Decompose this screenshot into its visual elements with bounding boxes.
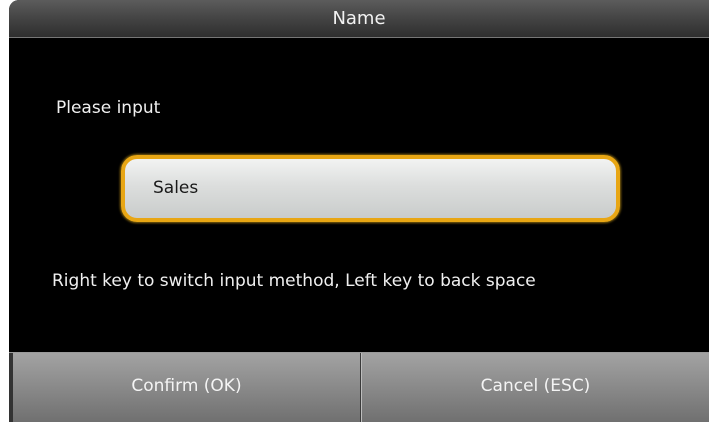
name-input-field[interactable]: Sales [121, 155, 620, 222]
input-prompt-label: Please input [56, 98, 161, 118]
device-screen: Name Please input Sales Right key to swi… [9, 0, 709, 422]
page-title: Name [332, 8, 386, 29]
input-method-hint: Right key to switch input method, Left k… [52, 271, 536, 291]
confirm-button[interactable]: Confirm (OK) [9, 353, 361, 422]
cancel-button[interactable]: Cancel (ESC) [361, 353, 709, 422]
button-bar: Confirm (OK) Cancel (ESC) [9, 352, 709, 422]
name-input-value: Sales [153, 178, 199, 198]
title-bar: Name [9, 0, 709, 38]
